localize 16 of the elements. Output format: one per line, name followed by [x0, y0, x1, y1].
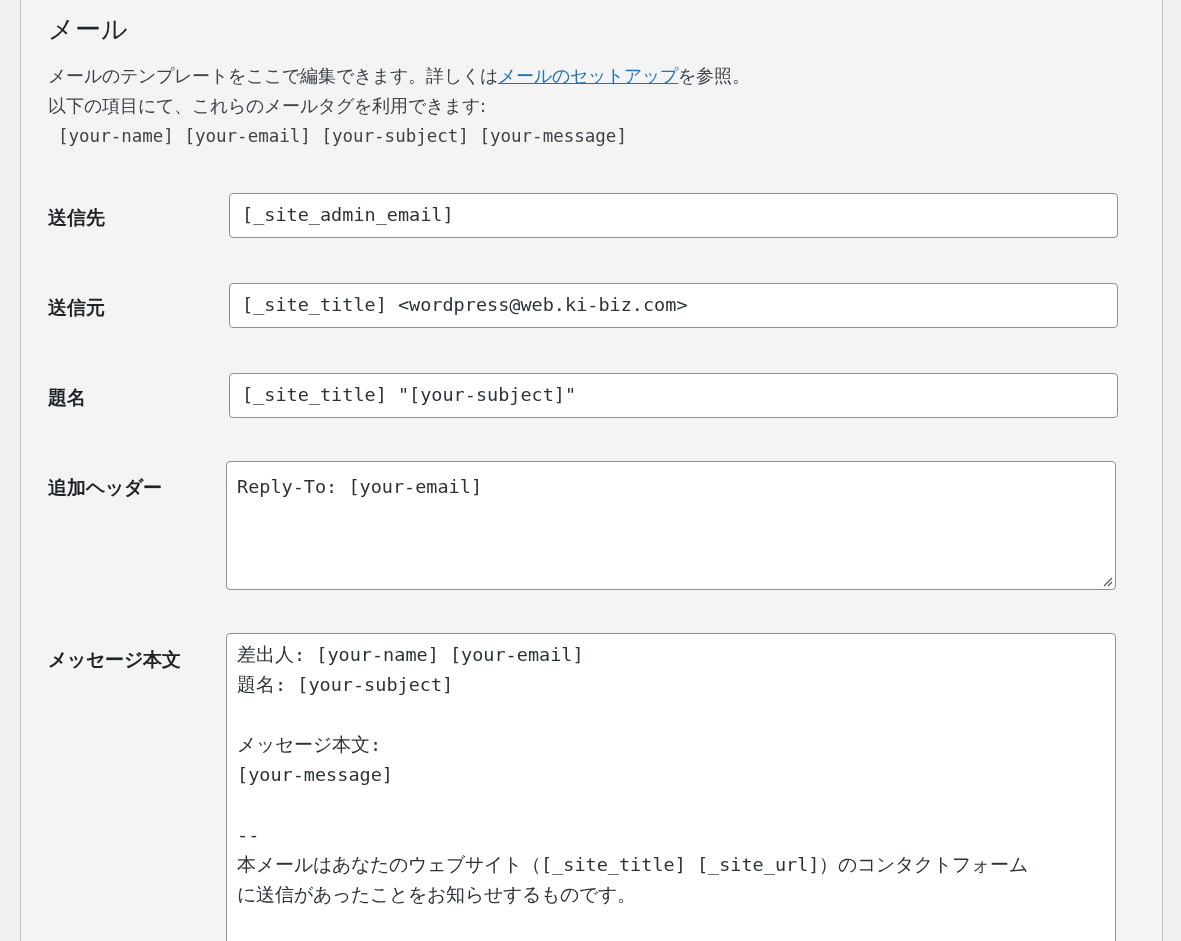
- mail-tags-text: [your-name] [your-email] [your-subject] [your-message]: [57, 125, 628, 148]
- section-title: メール: [48, 13, 129, 46]
- resize-grip-icon[interactable]: [1103, 577, 1113, 587]
- field-label: 送信先: [48, 205, 106, 230]
- field-label: メッセージ本文: [48, 647, 182, 672]
- text-area[interactable]: Reply-To: [your-email]: [226, 461, 1116, 590]
- tags-intro-text: 以下の項目にて、これらのメールタグを利用できます:: [48, 94, 488, 118]
- field-label: 送信元: [48, 295, 106, 320]
- setup-link[interactable]: メールのセットアップ: [498, 65, 678, 86]
- message-body-field[interactable]: 差出人: [your-name] [your-email] 題名: [your-subject] メッセージ本文: [your-message] -- 本メールはあなたのウェブサイト（[_site_title] [_site_url]）のコンタクトフォームに送信があったことをお知らせするものです。: [226, 633, 1116, 941]
- field-label: 追加ヘッダー: [48, 475, 163, 500]
- field-label: 題名: [48, 385, 87, 410]
- text-field[interactable]: [_site_title] <wordpress@web.ki-biz.com>: [229, 283, 1118, 328]
- text-field[interactable]: [_site_admin_email]: [229, 193, 1118, 238]
- description-text: メールのテンプレートをここで編集できます。詳しくはメールのセットアップを参照。: [48, 64, 751, 88]
- text-field[interactable]: [_site_title] "[your-subject]": [229, 373, 1118, 418]
